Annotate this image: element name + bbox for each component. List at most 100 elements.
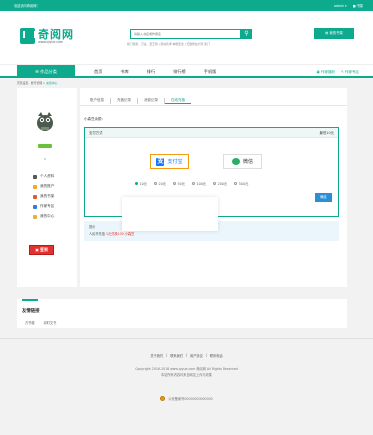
radio-icon[interactable] (234, 182, 238, 185)
topbar-right: admin ▾ ■ 书架 (334, 3, 363, 9)
amount-option[interactable]: 500元 (234, 181, 248, 186)
sidebar-item-label: 我的书架 (40, 194, 55, 198)
balance-label: 小森豆余额： (84, 117, 105, 121)
sidebar-item-bookshelf[interactable]: 我的书架 (33, 194, 54, 199)
police-badge-icon (160, 396, 166, 401)
breadcrumb: 首页设置 · 账号管理 > 充值中心 (17, 81, 57, 85)
site-footer: 关于我们 | 联系我们 | 用户协议 | 联系电话 Copyright 2016… (0, 338, 373, 435)
search-input[interactable] (131, 30, 240, 38)
footer-copyright: Copyright 2016-2018 www.qiyue.com 奇阅网 Al… (135, 367, 238, 371)
footer-link-phone[interactable]: 联系电话 (210, 353, 223, 358)
footer-links: 关于我们 | 联系我们 | 用户协议 | 联系电话 (0, 353, 373, 358)
tab-consume-records[interactable]: 消费记录 (138, 98, 165, 104)
vip-badge (38, 144, 52, 148)
nav-item-rank[interactable]: 排行 (138, 65, 164, 76)
tab-recharge-records[interactable]: 充值记录 (111, 98, 138, 104)
radio-icon[interactable] (154, 182, 157, 185)
radio-icon[interactable] (213, 182, 217, 185)
author-welfare-link[interactable]: ▣ 作家福利 (317, 65, 335, 79)
footer-separator: | (166, 353, 168, 357)
nav-items: 首页 书库 排行 排行榜 手机版 (85, 65, 225, 76)
tip-line: 人民币充值 1元兑换100 小森豆 (89, 231, 334, 236)
amount-label: 500元 (238, 182, 249, 186)
sidebar-item-author[interactable]: 作家专区 (33, 204, 54, 209)
account-tabs: 账户信息 充值记录 消费记录 在线充值 (84, 98, 191, 104)
site-logo[interactable]: 奇阅网 www.qiyue.com (20, 28, 74, 44)
sidebar-item-account[interactable]: 我的账户 (33, 184, 54, 189)
wechat-label: 微信 (242, 159, 253, 165)
popup-overlay (122, 197, 218, 231)
wechat-option[interactable]: 微信 (223, 154, 262, 169)
sidebar-item-label: 我的中心 (40, 214, 55, 218)
footer-separator: | (185, 353, 188, 357)
pen-icon (33, 204, 37, 209)
breadcrumb-path[interactable]: 首页设置 · 账号管理 > (17, 81, 46, 85)
radio-icon[interactable] (192, 182, 195, 185)
nav-item-library[interactable]: 书库 (111, 65, 137, 76)
signin-label: 签到 (40, 247, 48, 252)
level-dot (44, 158, 46, 160)
search-box (130, 29, 241, 39)
shelf-link[interactable]: ■ 书架 (353, 3, 363, 8)
recharge-panel: 账户信息 充值记录 消费记录 在线充值 小森豆余额： 支付方式 最低10元 支 … (80, 88, 347, 287)
amount-label: 50元 (177, 182, 186, 186)
footer-note: 本站所有内容均来自网友上传与收集 (161, 373, 212, 377)
author-zone-link[interactable]: ✎ 作家专区 (341, 65, 359, 79)
nav-category-button[interactable]: ☰ 作品分类 (17, 65, 75, 76)
tip-ratio: 1元兑换100 小森豆 (105, 232, 135, 236)
amount-option[interactable]: 10元 (135, 181, 147, 186)
sidebar-item-label: 个人资料 (40, 174, 55, 178)
amount-label: 10元 (139, 182, 148, 186)
logo-name: 奇阅网 (38, 27, 74, 41)
signin-button[interactable]: ▣ 签到 (29, 245, 54, 255)
user-sidebar: 个人资料 我的账户 我的书架 作家专区 我的中心 ▣ 签到 (17, 88, 77, 287)
tab-account-info[interactable]: 账户信息 (84, 98, 111, 104)
tab-online-recharge[interactable]: 在线充值 (165, 98, 191, 104)
amount-option[interactable]: 50元 (173, 181, 185, 186)
search-button[interactable]: ⚲ (241, 29, 252, 39)
police-record[interactable]: 公安备案号00000000000000 (0, 396, 373, 401)
amount-label: 20元 (158, 182, 167, 186)
confirm-button[interactable]: 确定 (315, 193, 332, 202)
amount-option[interactable]: 20元 (154, 181, 166, 186)
avatar (37, 112, 53, 131)
friend-link[interactable]: 阅时文书 (44, 320, 57, 325)
sidebar-item-center[interactable]: 我的中心 (33, 214, 54, 219)
amount-option[interactable]: 200元 (213, 181, 227, 186)
alipay-icon: 支 (156, 157, 165, 166)
nav-right: ▣ 作家福利 ✎ 作家专区 (317, 65, 359, 79)
nav-item-home[interactable]: 首页 (85, 65, 111, 76)
book-icon (33, 194, 37, 199)
footer-link-agreement[interactable]: 用户协议 (190, 353, 203, 358)
minimum-amount-label: 最低10元 (319, 131, 335, 135)
sidebar-item-label: 我的账户 (40, 184, 55, 188)
tip-prefix: 人民币充值 (89, 232, 106, 236)
bookshelf-button[interactable]: ▤ 我的书架 (314, 28, 354, 39)
search-icon: ⚲ (244, 30, 249, 37)
payment-header: 支付方式 最低10元 (85, 128, 338, 138)
footer-link-about[interactable]: 关于我们 (150, 353, 163, 358)
sidebar-menu: 个人资料 我的账户 我的书架 作家专区 我的中心 (33, 174, 54, 219)
site-header: 奇阅网 www.qiyue.com ⚲ 热门搜索：万古、圣王墓 | 武动乾坤 神… (0, 11, 373, 64)
sidebar-item-profile[interactable]: 个人资料 (33, 174, 54, 179)
footer-link-contact[interactable]: 联系我们 (170, 353, 183, 358)
nav-item-mobile[interactable]: 手机版 (195, 65, 226, 76)
user-menu[interactable]: admin ▾ (334, 4, 347, 8)
wallet-icon (33, 184, 37, 189)
footer-separator: | (205, 353, 207, 357)
alipay-option[interactable]: 支 支付宝 (150, 154, 189, 169)
links-list: 万书楼 阅时文书 (25, 320, 56, 325)
payment-method-label: 支付方式 (89, 131, 103, 135)
amount-option[interactable]: 100元 (192, 181, 206, 186)
radio-selected-icon[interactable] (135, 182, 138, 185)
amount-label: 100元 (196, 182, 207, 186)
links-title: 友情链接 (22, 309, 40, 314)
welcome-text: 欢迎访问奇阅网！ (14, 4, 40, 8)
police-record-text: 公安备案号00000000000000 (168, 397, 213, 401)
hot-searches[interactable]: 热门搜索：万古、圣王墓 | 武动乾坤 神墓圣龙 | 无敌修仙大师 武门 (127, 42, 210, 46)
bookshelf-label: 我的书架 (329, 31, 343, 35)
nav-item-ranking[interactable]: 排行榜 (164, 65, 195, 76)
radio-icon[interactable] (173, 182, 176, 185)
friend-link[interactable]: 万书楼 (25, 320, 35, 325)
breadcrumb-current: 充值中心 (46, 81, 58, 85)
